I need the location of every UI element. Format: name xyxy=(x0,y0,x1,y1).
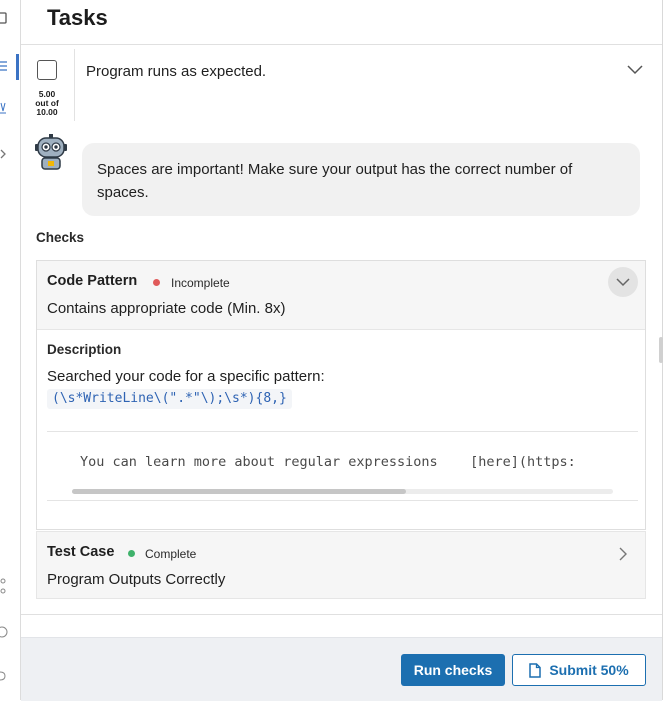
chevron-right-icon[interactable] xyxy=(0,146,16,162)
description-text: Searched your code for a specific patter… xyxy=(47,368,325,385)
run-checks-button[interactable]: Run checks xyxy=(401,654,505,686)
panel-header: Tasks xyxy=(21,0,662,45)
submit-label: Submit 50% xyxy=(549,662,629,678)
rail-active-indicator xyxy=(16,54,19,80)
check-title: Test Case xyxy=(47,544,115,560)
pattern-code: (\s*WriteLine\(".*"\);\s*){8,} xyxy=(47,389,292,409)
status-dot xyxy=(128,550,135,557)
check-subtitle: Program Outputs Correctly xyxy=(47,571,226,588)
divider xyxy=(21,614,662,615)
hint-bubble: Spaces are important! Make sure your out… xyxy=(82,143,640,216)
check-card-code-pattern: Code Pattern Incomplete Contains appropr… xyxy=(36,260,646,530)
document-icon xyxy=(529,662,542,678)
task-divider xyxy=(74,49,75,121)
code-line: You can learn more about regular express… xyxy=(80,454,576,470)
checks-heading: Checks xyxy=(36,230,85,245)
status-badge: Complete xyxy=(145,547,197,561)
code-block: You can learn more about regular express… xyxy=(47,431,638,501)
check-card-header[interactable]: Code Pattern Incomplete Contains appropr… xyxy=(37,261,645,330)
chevron-down-icon[interactable] xyxy=(625,63,645,77)
task-score: 5.00 out of 10.00 xyxy=(32,90,62,117)
footer-bar: Run checks Submit 50% xyxy=(21,637,662,701)
left-rail xyxy=(0,0,21,700)
tasks-panel: Tasks 5.00 out of 10.00 Program runs as … xyxy=(21,0,663,701)
description-label: Description xyxy=(47,342,122,357)
share-icon[interactable] xyxy=(0,578,16,594)
task-checkbox[interactable] xyxy=(37,60,57,80)
square-icon[interactable] xyxy=(0,10,16,26)
submit-button[interactable]: Submit 50% xyxy=(512,654,646,686)
text-icon[interactable] xyxy=(0,100,16,116)
check-subtitle: Contains appropriate code (Min. 8x) xyxy=(47,300,286,317)
help-icon[interactable] xyxy=(0,624,16,640)
settings-icon[interactable] xyxy=(0,668,16,684)
resize-handle[interactable] xyxy=(659,337,663,363)
status-dot xyxy=(153,279,160,286)
page-title: Tasks xyxy=(47,5,108,30)
score-max: 10.00 xyxy=(36,107,58,117)
check-title: Code Pattern xyxy=(47,273,138,289)
task-row[interactable]: 5.00 out of 10.00 Program runs as expect… xyxy=(21,45,662,123)
collapse-button[interactable] xyxy=(608,267,638,297)
check-card-test-case[interactable]: Test Case Complete Program Outputs Corre… xyxy=(36,531,646,599)
status-badge: Incomplete xyxy=(171,276,230,290)
scrollbar-thumb[interactable] xyxy=(72,489,406,494)
robot-avatar-icon xyxy=(34,134,68,170)
list-icon[interactable] xyxy=(0,58,16,74)
task-label: Program runs as expected. xyxy=(86,63,267,80)
chevron-right-icon[interactable] xyxy=(617,546,629,562)
hint-text: Spaces are important! Make sure your out… xyxy=(97,161,573,201)
